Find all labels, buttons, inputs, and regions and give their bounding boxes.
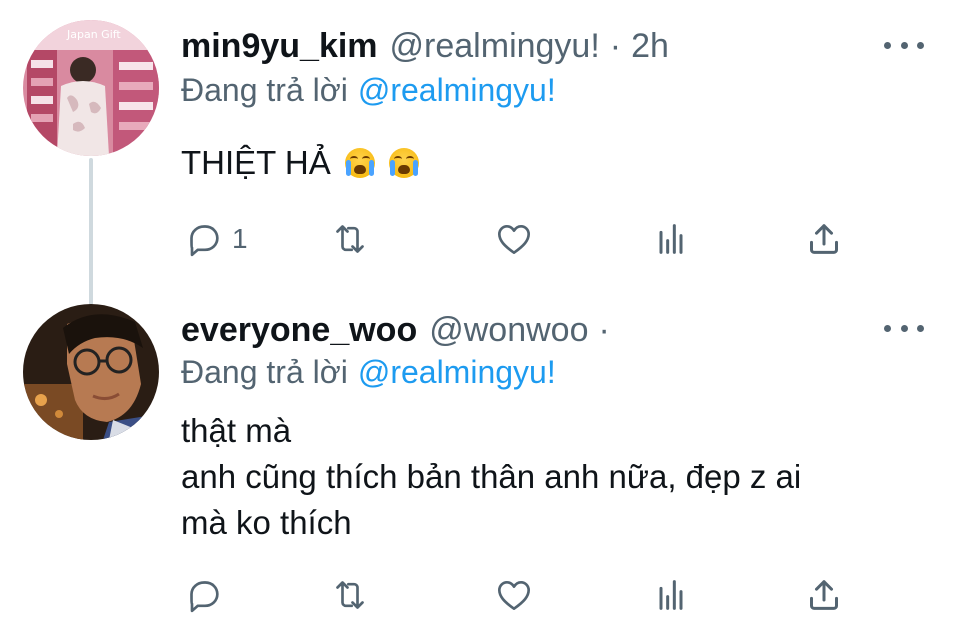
speech-bubble-icon bbox=[190, 225, 219, 257]
tweet-text: THIỆT HẢ bbox=[181, 140, 419, 186]
action-bar: 1 bbox=[181, 214, 861, 264]
mention-link[interactable]: @realmingyu! bbox=[358, 72, 556, 109]
loudly-crying-face-icon bbox=[388, 148, 419, 178]
bar-chart-icon bbox=[659, 580, 683, 610]
tweet-text-line: anh cũng thích bản thân anh nữa, đẹp z a… bbox=[181, 458, 802, 495]
avatar-photo bbox=[23, 304, 159, 440]
loudly-crying-face-icon bbox=[344, 148, 375, 178]
reply-prefix: Đang trả lời bbox=[181, 71, 348, 108]
replying-to: Đang trả lời @realmingyu! bbox=[181, 70, 556, 110]
retweet-button[interactable] bbox=[330, 214, 378, 264]
tweet-1[interactable]: Japan Gift min9yu_kim @realmingyu! · 2h … bbox=[0, 0, 960, 306]
like-button[interactable] bbox=[494, 214, 542, 264]
bar-chart-icon bbox=[659, 224, 683, 254]
display-name[interactable]: min9yu_kim bbox=[181, 27, 378, 66]
reply-count: 1 bbox=[232, 223, 248, 254]
speech-bubble-icon bbox=[190, 581, 219, 613]
like-button[interactable] bbox=[494, 570, 542, 620]
tweet-text-content: THIỆT HẢ bbox=[181, 144, 331, 181]
more-dots-icon[interactable] bbox=[884, 316, 924, 340]
tweet-text-line: thật mà bbox=[181, 412, 292, 449]
replying-to: Đang trả lời @realmingyu! bbox=[181, 352, 556, 392]
tweet-2[interactable]: everyone_woo @wonwoo · Đang trả lời @rea… bbox=[0, 300, 960, 636]
reply-button[interactable] bbox=[184, 570, 232, 620]
retweet-button[interactable] bbox=[330, 570, 378, 620]
thread-line bbox=[89, 158, 93, 306]
display-name[interactable]: everyone_woo bbox=[181, 311, 417, 350]
tweet-text: thật mà anh cũng thích bản thân anh nữa,… bbox=[181, 408, 801, 546]
reply-button[interactable]: 1 bbox=[184, 214, 248, 264]
avatar-photo: Japan Gift bbox=[23, 20, 159, 156]
retweet-arrows-icon bbox=[336, 581, 364, 609]
avatar[interactable] bbox=[23, 304, 159, 440]
analytics-button[interactable] bbox=[651, 570, 691, 620]
tweet-header: everyone_woo @wonwoo · bbox=[181, 308, 610, 352]
mention-link[interactable]: @realmingyu! bbox=[358, 354, 556, 391]
share-upload-icon bbox=[810, 224, 838, 254]
avatar[interactable]: Japan Gift bbox=[23, 20, 159, 156]
tweet-header: min9yu_kim @realmingyu! · 2h bbox=[181, 24, 669, 68]
timestamp[interactable]: 2h bbox=[631, 27, 669, 66]
share-button[interactable] bbox=[804, 570, 844, 620]
share-upload-icon bbox=[810, 580, 838, 610]
separator-dot: · bbox=[598, 310, 610, 349]
retweet-arrows-icon bbox=[336, 225, 364, 253]
reply-prefix: Đang trả lời bbox=[181, 353, 348, 390]
share-button[interactable] bbox=[804, 214, 844, 264]
more-dots-icon[interactable] bbox=[884, 33, 924, 57]
tweet-text-line: mà ko thích bbox=[181, 504, 352, 541]
analytics-button[interactable] bbox=[651, 214, 691, 264]
user-handle[interactable]: @wonwoo bbox=[429, 311, 588, 350]
action-bar bbox=[181, 570, 861, 620]
user-handle[interactable]: @realmingyu! bbox=[390, 27, 600, 66]
heart-icon bbox=[498, 581, 530, 610]
heart-icon bbox=[498, 225, 530, 254]
svg-text:Japan Gift: Japan Gift bbox=[66, 28, 121, 41]
separator-dot: · bbox=[609, 26, 622, 65]
